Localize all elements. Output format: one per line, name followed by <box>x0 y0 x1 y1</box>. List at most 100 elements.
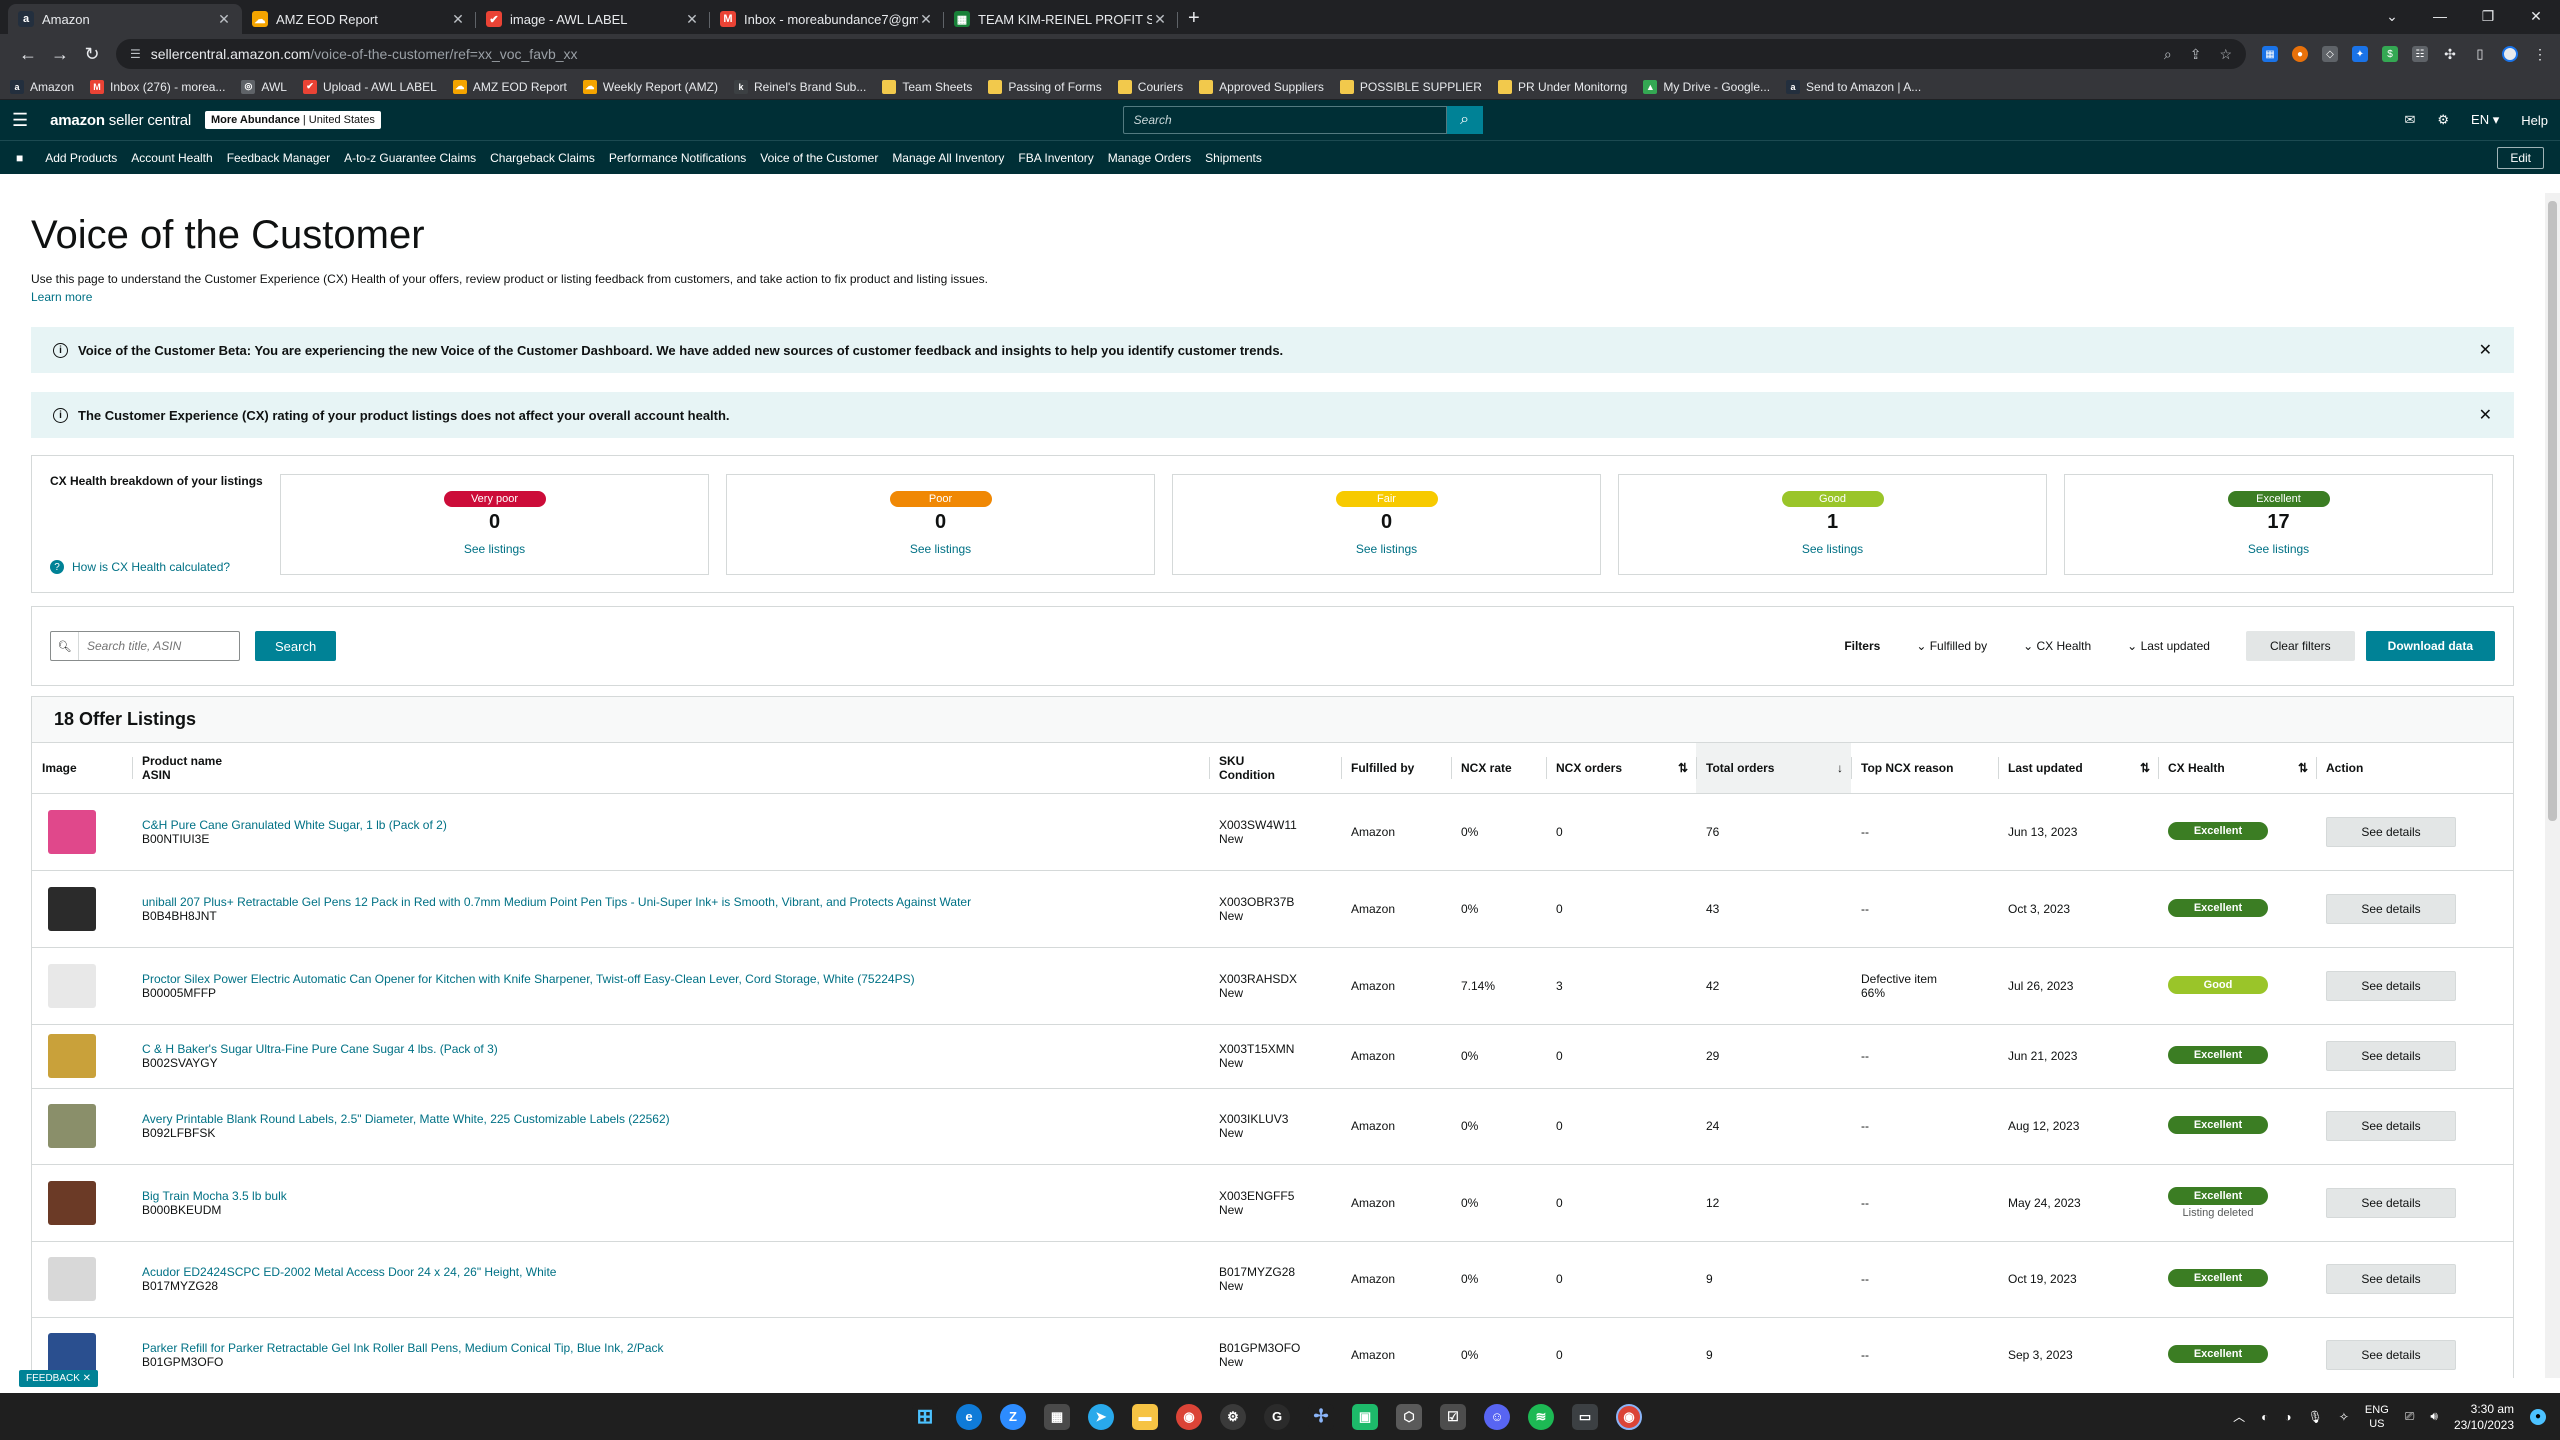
nav-item[interactable]: Shipments <box>1205 151 1262 165</box>
product-name-link[interactable]: C & H Baker's Sugar Ultra-Fine Pure Cane… <box>142 1042 1199 1056</box>
sort-down-icon[interactable]: ↓ <box>1837 761 1843 775</box>
nav-item[interactable]: Manage Orders <box>1108 151 1191 165</box>
learn-more-link[interactable]: Learn more <box>31 290 2514 304</box>
filter-fulfilled-by[interactable]: Fulfilled by <box>1916 639 1987 653</box>
microphone-icon[interactable]: 🎙︎ <box>2308 1410 2323 1424</box>
cx-health-calc-link[interactable]: ? How is CX Health calculated? <box>50 560 230 574</box>
extensions-puzzle-icon[interactable]: ✣ <box>2442 46 2458 62</box>
bookmark-item[interactable]: Approved Suppliers <box>1199 79 1324 94</box>
forward-button[interactable]: → <box>44 38 76 70</box>
see-listings-link[interactable]: See listings <box>464 542 525 556</box>
close-tab-icon[interactable]: ✕ <box>1152 11 1168 28</box>
browser-menu-icon[interactable]: ⋮ <box>2532 46 2548 62</box>
nav-item[interactable]: Chargeback Claims <box>490 151 595 165</box>
close-icon[interactable]: ✕ <box>2479 405 2492 425</box>
mail-icon[interactable]: ✉ <box>2404 112 2415 128</box>
volume-icon[interactable]: 🔊︎ <box>2430 1409 2438 1424</box>
see-details-button[interactable]: See details <box>2326 970 2456 1001</box>
bookmark-item[interactable]: ▲ My Drive - Google... <box>1643 79 1770 94</box>
product-thumbnail[interactable] <box>48 1257 96 1301</box>
tray-chevron-icon[interactable]: ︿ <box>2233 1408 2245 1425</box>
product-name-link[interactable]: Parker Refill for Parker Retractable Gel… <box>142 1341 1199 1355</box>
see-details-button[interactable]: See details <box>2326 1041 2456 1071</box>
product-name-link[interactable]: Avery Printable Blank Round Labels, 2.5"… <box>142 1112 1199 1126</box>
bookmark-item[interactable]: Team Sheets <box>882 79 972 94</box>
col-cx-health[interactable]: CX Health ⇅ <box>2158 743 2316 794</box>
telegram-icon[interactable]: ➤ <box>1088 1403 1114 1430</box>
product-name-link[interactable]: Acudor ED2424SCPC ED-2002 Metal Access D… <box>142 1265 1199 1279</box>
close-tab-icon[interactable]: ✕ <box>450 11 466 28</box>
listing-search-input[interactable] <box>79 639 229 653</box>
filter-cx-health[interactable]: CX Health <box>2023 639 2091 653</box>
bookmark-item[interactable]: a Send to Amazon | A... <box>1786 79 1921 94</box>
browser-tab[interactable]: ☁ AMZ EOD Report ✕ <box>242 4 476 34</box>
site-info-icon[interactable]: ☰ <box>130 47 141 61</box>
bookmark-item[interactable]: ☁ Weekly Report (AMZ) <box>582 79 718 94</box>
notification-icon[interactable]: ● <box>2530 1408 2546 1425</box>
edge-icon[interactable]: e <box>956 1403 982 1430</box>
extension-icon[interactable]: ▦ <box>2262 46 2278 62</box>
product-name-link[interactable]: uniball 207 Plus+ Retractable Gel Pens 1… <box>142 895 1199 909</box>
see-details-button[interactable]: See details <box>2326 1340 2456 1370</box>
back-button[interactable]: ← <box>12 38 44 70</box>
nav-item[interactable]: Feedback Manager <box>227 151 330 165</box>
close-icon[interactable]: ✕ <box>2479 340 2492 360</box>
product-name-link[interactable]: C&H Pure Cane Granulated White Sugar, 1 … <box>142 818 1199 832</box>
share-icon[interactable]: ⇪ <box>2190 46 2202 63</box>
input-language[interactable]: ENG US <box>2365 1403 2389 1431</box>
help-link[interactable]: Help <box>2521 113 2548 128</box>
app-icon-pinwheel[interactable]: ✢ <box>1308 1403 1334 1430</box>
page-scrollbar[interactable] <box>2545 193 2560 1378</box>
calculator-icon[interactable]: ▦ <box>1044 1403 1070 1430</box>
search-button[interactable]: Search <box>255 631 337 661</box>
nav-item[interactable]: Add Products <box>45 151 117 165</box>
location-icon[interactable]: ✧ <box>2339 1410 2349 1424</box>
see-details-button[interactable]: See details <box>2326 816 2456 847</box>
close-tab-icon[interactable]: ✕ <box>918 11 934 28</box>
see-listings-link[interactable]: See listings <box>2248 542 2309 556</box>
see-listings-link[interactable]: See listings <box>1356 542 1417 556</box>
browser-tab[interactable]: a Amazon ✕ <box>8 4 242 34</box>
settings-icon[interactable]: ⚙ <box>1220 1403 1246 1430</box>
nav-item[interactable]: Manage All Inventory <box>892 151 1004 165</box>
bookmark-item[interactable]: POSSIBLE SUPPLIER <box>1339 79 1482 94</box>
clock[interactable]: 3:30 am 23/10/2023 <box>2454 1401 2514 1433</box>
product-thumbnail[interactable] <box>48 1034 96 1078</box>
sort-icon[interactable]: ⇅ <box>2298 761 2308 775</box>
zoom-app-icon[interactable]: Z <box>1000 1403 1026 1430</box>
see-listings-link[interactable]: See listings <box>910 542 971 556</box>
bookmark-item[interactable]: PR Under Monitorng <box>1497 79 1627 94</box>
see-listings-link[interactable]: See listings <box>1802 542 1863 556</box>
browser-tab[interactable]: M Inbox - moreabundance7@gma ✕ <box>710 4 944 34</box>
tray-app-icon[interactable]: ◑ <box>2284 1410 2291 1424</box>
language-selector[interactable]: EN ▾ <box>2471 112 2499 128</box>
header-search-button[interactable]: ⌕ <box>1446 106 1483 134</box>
nav-item[interactable]: Performance Notifications <box>609 151 746 165</box>
profile-avatar[interactable] <box>2502 46 2518 62</box>
spotify-icon[interactable]: ≋ <box>1528 1403 1554 1430</box>
browser-tab[interactable]: ▦ TEAM KIM-REINEL PROFIT SHEE✕ <box>944 4 1178 34</box>
nav-item[interactable]: Account Health <box>131 151 212 165</box>
chrome-icon[interactable]: ◉ <box>1176 1403 1202 1430</box>
network-icon[interactable]: ⎚ <box>2405 1409 2415 1424</box>
app-icon-check[interactable]: ☑ <box>1440 1403 1466 1430</box>
gear-icon[interactable]: ⚙ <box>2437 112 2449 128</box>
chrome-active-icon[interactable]: ◉ <box>1616 1403 1642 1430</box>
product-thumbnail[interactable] <box>48 1104 96 1148</box>
close-tab-icon[interactable]: ✕ <box>216 11 232 28</box>
bookmark-item[interactable]: M Inbox (276) - morea... <box>90 79 225 94</box>
nav-item[interactable]: A-to-z Guarantee Claims <box>344 151 476 165</box>
side-panel-icon[interactable]: ▯ <box>2472 46 2488 62</box>
bookmark-icon[interactable]: ■ <box>16 151 23 165</box>
new-tab-button[interactable]: + <box>1188 4 1200 34</box>
extension-icon[interactable]: $ <box>2382 46 2398 62</box>
see-details-button[interactable]: See details <box>2326 893 2456 924</box>
product-thumbnail[interactable] <box>48 886 96 931</box>
app-icon-g[interactable]: G <box>1264 1403 1290 1430</box>
bookmark-star-icon[interactable]: ☆ <box>2219 46 2232 63</box>
windows-start-icon[interactable]: ⊞ <box>912 1403 938 1430</box>
extension-icon[interactable]: ● <box>2292 46 2308 62</box>
col-last-updated[interactable]: Last updated ⇅ <box>1998 743 2158 794</box>
col-total-orders[interactable]: Total orders ↓ <box>1696 743 1851 794</box>
product-thumbnail[interactable] <box>48 809 96 854</box>
